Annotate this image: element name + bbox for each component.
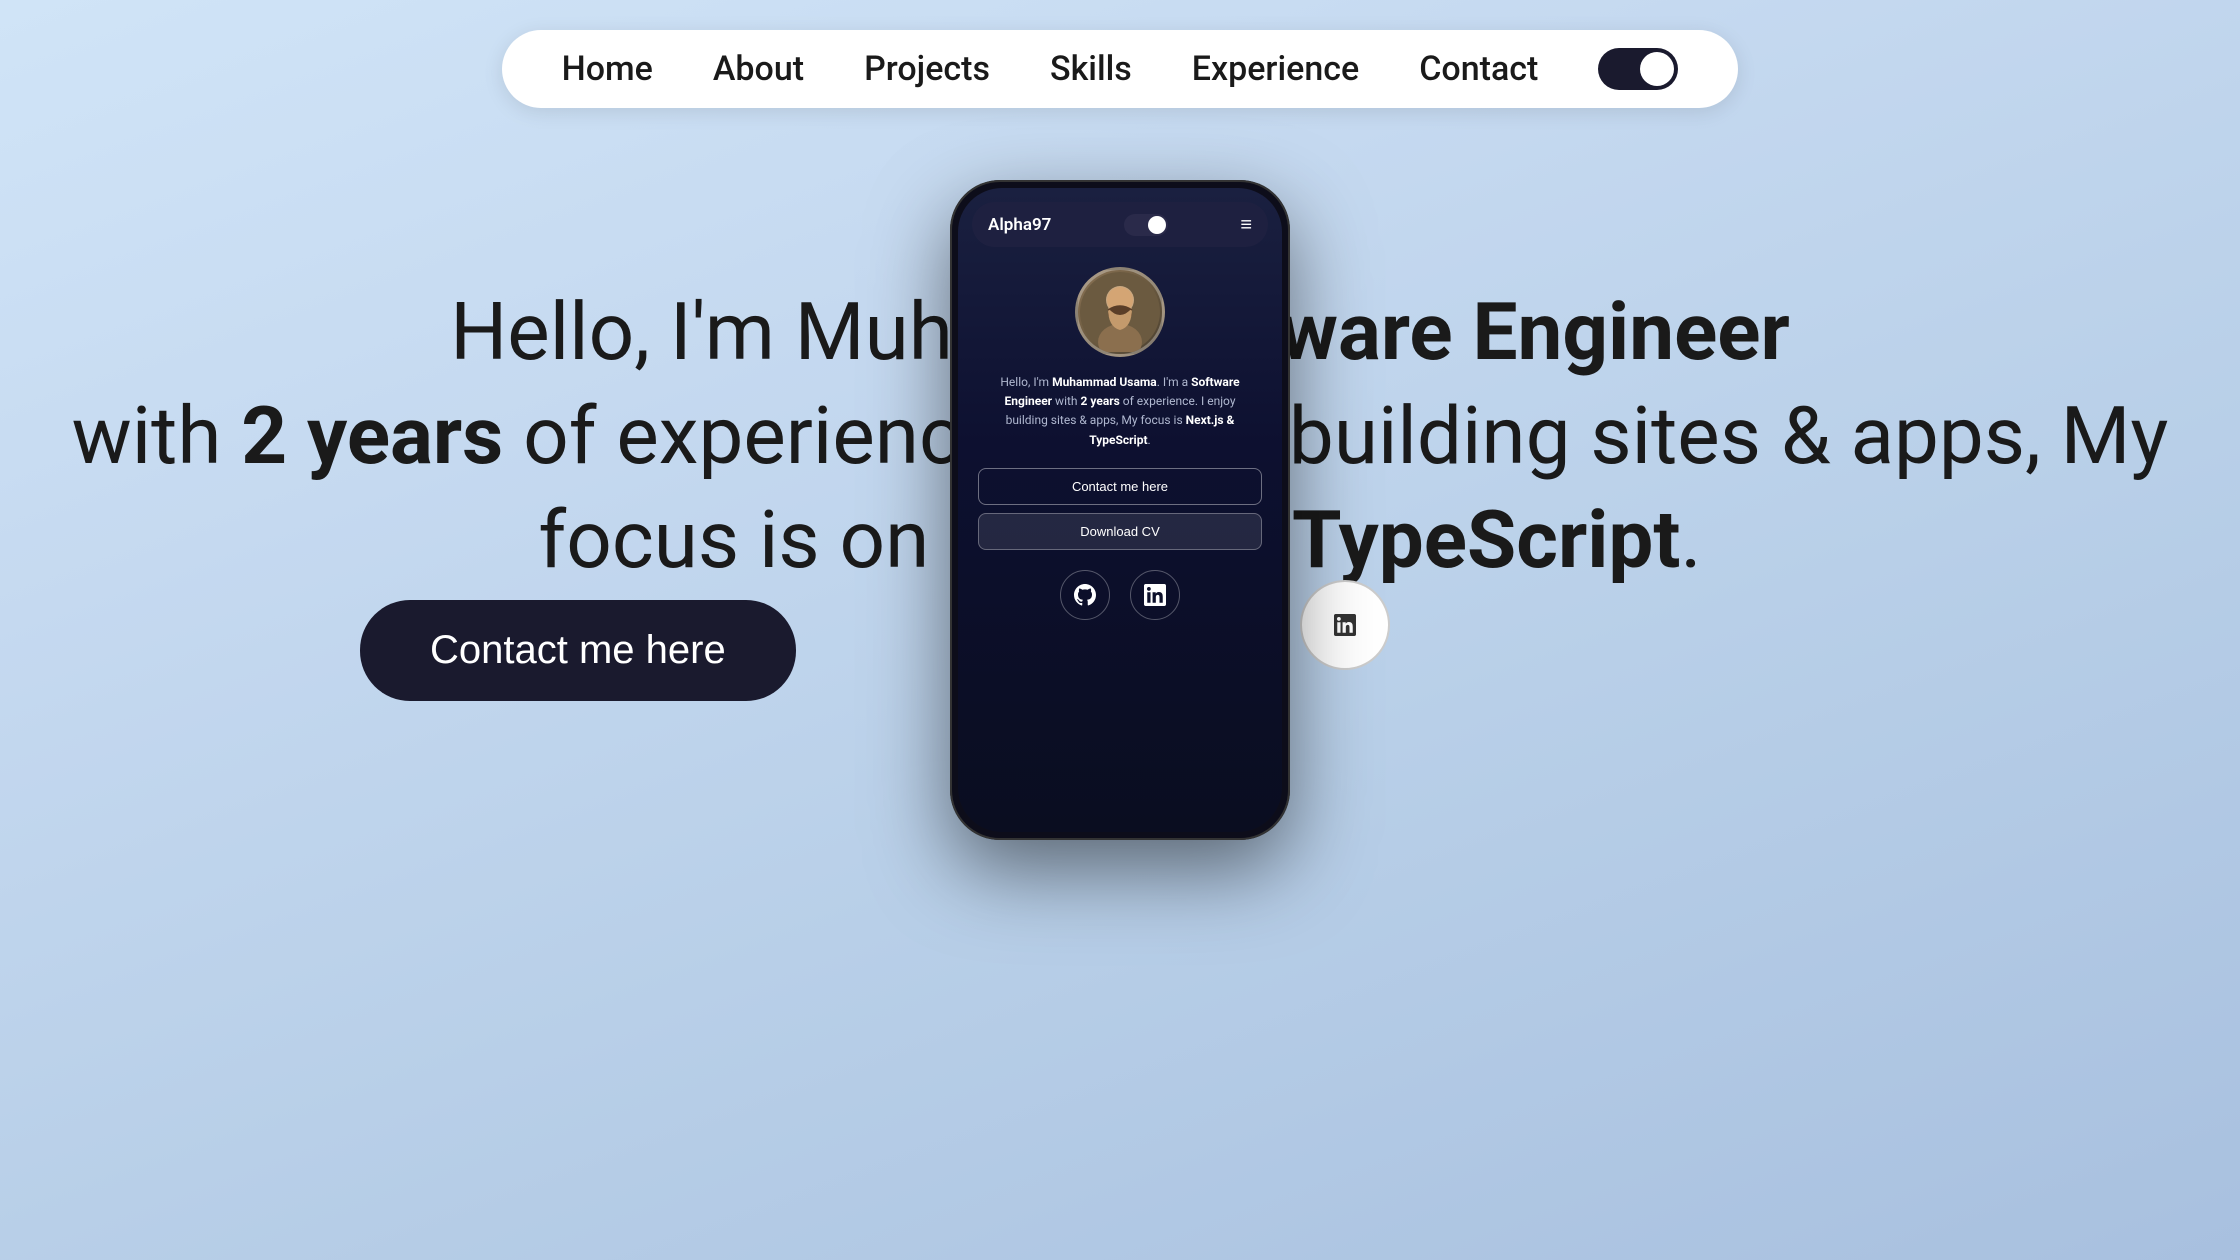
phone-menu-icon[interactable]: ≡ bbox=[1240, 212, 1252, 237]
nav-skills[interactable]: Skills bbox=[1050, 49, 1132, 89]
linkedin-svg-bg bbox=[1334, 614, 1356, 636]
linkedin-icon-bg[interactable] bbox=[1300, 580, 1390, 670]
phone-navbar: Alpha97 ≡ bbox=[972, 202, 1268, 247]
phone-content: Hello, I'm Muhammad Usama. I'm a Softwar… bbox=[958, 247, 1282, 832]
bio-name: Muhammad Usama bbox=[1052, 375, 1157, 389]
phone-linkedin-button[interactable] bbox=[1130, 570, 1180, 620]
phone-contact-button[interactable]: Contact me here bbox=[978, 468, 1262, 505]
contact-me-button-bg[interactable]: Contact me here bbox=[360, 600, 796, 701]
phone-avatar bbox=[1075, 267, 1165, 357]
phone-github-icon bbox=[1074, 584, 1096, 606]
toggle-knob bbox=[1640, 52, 1674, 86]
phone-toggle-knob bbox=[1148, 216, 1166, 234]
bio-intro: Hello, I'm bbox=[1000, 375, 1052, 389]
nav-contact[interactable]: Contact bbox=[1419, 49, 1538, 89]
nav-projects[interactable]: Projects bbox=[864, 49, 990, 89]
bio-period: . bbox=[1148, 433, 1151, 447]
main-navbar: Home About Projects Skills Experience Co… bbox=[502, 30, 1739, 108]
bio-part2: . I'm a bbox=[1157, 375, 1191, 389]
phone-bio: Hello, I'm Muhammad Usama. I'm a Softwar… bbox=[978, 373, 1262, 450]
phone-nav-title: Alpha97 bbox=[988, 215, 1051, 235]
phone-theme-toggle[interactable] bbox=[1124, 214, 1168, 236]
hero-years: 2 years bbox=[241, 389, 503, 483]
phone-social-icons bbox=[1060, 570, 1180, 620]
bio-part3: with bbox=[1052, 394, 1080, 408]
bio-years: 2 years bbox=[1081, 394, 1120, 408]
phone-github-button[interactable] bbox=[1060, 570, 1110, 620]
hero-line2-suffix: ng sites & apps, My bbox=[1481, 389, 2168, 483]
phone-cv-button[interactable]: Download CV bbox=[978, 513, 1262, 550]
avatar-image bbox=[1080, 272, 1160, 352]
phone-screen: Alpha97 ≡ bbox=[958, 188, 1282, 832]
nav-experience[interactable]: Experience bbox=[1192, 49, 1359, 89]
phone-mockup-wrapper: Alpha97 ≡ bbox=[950, 180, 1290, 840]
phone-linkedin-icon bbox=[1144, 584, 1166, 606]
nav-about[interactable]: About bbox=[713, 49, 804, 89]
nav-home[interactable]: Home bbox=[562, 49, 653, 89]
phone-device: Alpha97 ≡ bbox=[950, 180, 1290, 840]
theme-toggle[interactable] bbox=[1598, 48, 1678, 90]
